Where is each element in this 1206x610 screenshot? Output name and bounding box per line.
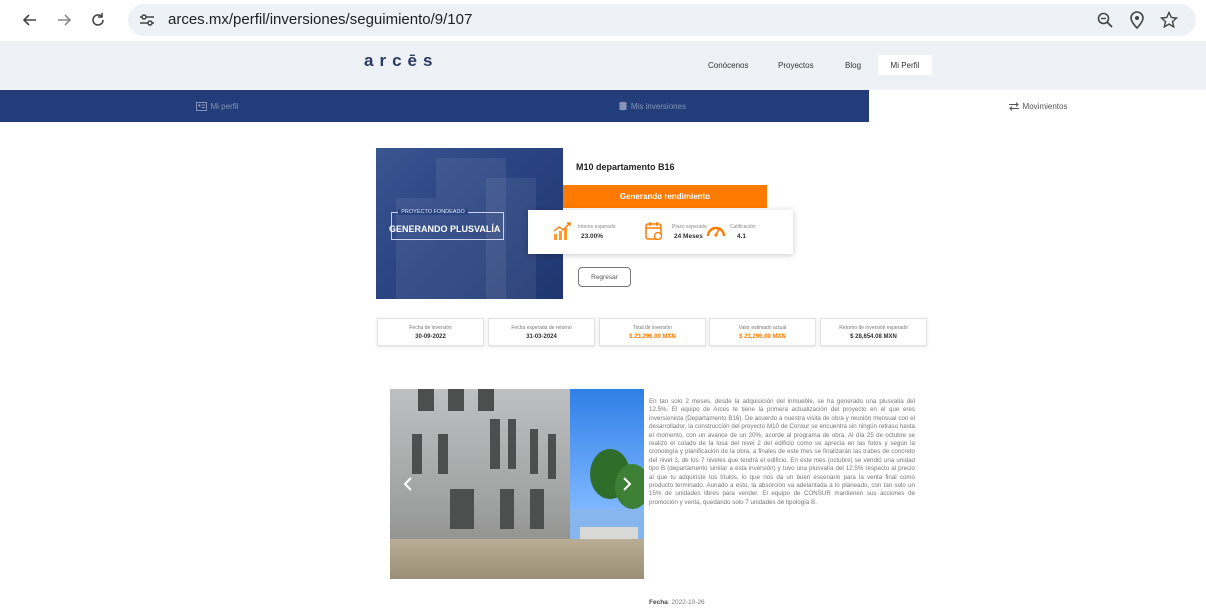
construction-building bbox=[390, 389, 570, 564]
tab-mis-inversiones-label: Mis inversiones bbox=[630, 101, 687, 111]
browser-toolbar: arces.mx/perfil/inversiones/seguimiento/… bbox=[0, 0, 1206, 41]
project-metrics-card: Interes esperado 23.00% Plazo esperado 2… bbox=[528, 210, 793, 254]
info-value: 30-09-2022 bbox=[415, 334, 446, 340]
carousel-prev-icon[interactable] bbox=[400, 475, 416, 493]
project-update-text: En tan solo 2 meses, desde la adquisició… bbox=[649, 398, 915, 506]
progress-photo-carousel[interactable] bbox=[390, 389, 644, 579]
info-value: $ 28,654.08 MXN bbox=[850, 334, 897, 340]
tab-movimientos-label: Movimientos bbox=[1022, 101, 1068, 111]
metric-calificacion-value: 4.1 bbox=[737, 233, 747, 240]
metric-interes-label: Interes esperado bbox=[578, 224, 616, 230]
nav-link-proyectos[interactable]: Proyectos bbox=[778, 61, 814, 70]
url-text[interactable]: arces.mx/perfil/inversiones/seguimiento/… bbox=[168, 11, 472, 28]
address-bar[interactable]: arces.mx/perfil/inversiones/seguimiento/… bbox=[128, 4, 1196, 36]
metric-interes-value: 23.00% bbox=[581, 233, 604, 240]
growth-chart-icon bbox=[551, 220, 573, 242]
info-label: Fecha esperada de retorno bbox=[511, 325, 572, 331]
update-date: Fecha: 2022-10-26 bbox=[649, 599, 705, 606]
update-date-value: 2022-10-26 bbox=[671, 599, 705, 606]
hero-label-status: GENERANDO PLUSVALÍA bbox=[389, 224, 501, 234]
location-pin-icon[interactable] bbox=[1126, 9, 1148, 31]
tab-mi-perfil[interactable]: Mi perfil bbox=[0, 90, 435, 122]
nav-link-blog[interactable]: Blog bbox=[845, 61, 861, 70]
info-value: $ 23,296.00 MXN bbox=[629, 334, 676, 340]
calendar-icon bbox=[643, 220, 665, 242]
project-status-banner: Generando rendimiento bbox=[563, 185, 767, 208]
bookmark-star-icon[interactable] bbox=[1158, 9, 1180, 31]
info-card-total-inversion: Total de inversión $ 23,296.00 MXN bbox=[599, 318, 706, 346]
info-card-fecha-inversion: Fecha de inversión 30-09-2022 bbox=[377, 318, 484, 346]
nav-link-conocenos[interactable]: Conócenos bbox=[708, 61, 748, 70]
info-label: Valor estimado actual bbox=[738, 325, 787, 331]
id-card-icon bbox=[196, 101, 208, 111]
info-label: Retorno de inversión esperado bbox=[839, 325, 908, 331]
arces-logo[interactable]: arcēs bbox=[364, 51, 438, 71]
coins-icon bbox=[618, 101, 628, 111]
tab-movimientos[interactable]: Movimientos bbox=[869, 90, 1206, 122]
metric-plazo-label: Plazo esperado bbox=[672, 224, 707, 230]
info-value: 31-03-2024 bbox=[526, 334, 557, 340]
info-label: Fecha de inversión bbox=[409, 325, 452, 331]
mi-perfil-button[interactable]: Mi Perfil bbox=[878, 55, 932, 75]
site-settings-icon[interactable] bbox=[136, 10, 158, 30]
site-header: arcēs Conócenos Proyectos Blog Mi Perfil bbox=[0, 41, 1206, 90]
carousel-next-icon[interactable] bbox=[619, 475, 635, 493]
project-title: M10 departamento B16 bbox=[576, 162, 675, 172]
reload-icon[interactable] bbox=[84, 6, 112, 34]
info-card-retorno-esperado: Retorno de inversión esperado $ 28,654.0… bbox=[820, 318, 927, 346]
metric-calificacion-label: Calificación bbox=[730, 224, 756, 230]
metric-plazo-value: 24 Meses bbox=[674, 233, 703, 240]
info-label: Total de inversión bbox=[633, 325, 672, 331]
gauge-icon bbox=[705, 220, 727, 242]
back-arrow-icon[interactable] bbox=[16, 6, 44, 34]
info-card-valor-actual: Valor estimado actual $ 23,296.00 MXN bbox=[709, 318, 816, 346]
regresar-button[interactable]: Regresar bbox=[578, 267, 631, 287]
info-value: $ 23,296.00 MXN bbox=[739, 334, 786, 340]
rubble-ground bbox=[390, 539, 644, 579]
zoom-icon[interactable] bbox=[1094, 9, 1116, 31]
tab-mis-inversiones[interactable]: Mis inversiones bbox=[435, 90, 869, 122]
transfer-arrows-icon bbox=[1008, 101, 1020, 111]
tab-mi-perfil-label: Mi perfil bbox=[210, 101, 239, 111]
info-card-fecha-retorno: Fecha esperada de retorno 31-03-2024 bbox=[488, 318, 595, 346]
update-date-label: Fecha bbox=[649, 599, 668, 606]
hero-label-funded: PROYECTO FONDEADO bbox=[398, 209, 468, 215]
forward-arrow-icon[interactable] bbox=[50, 6, 78, 34]
profile-tabs: Mi perfil Mis inversiones Movimientos bbox=[0, 90, 1206, 122]
